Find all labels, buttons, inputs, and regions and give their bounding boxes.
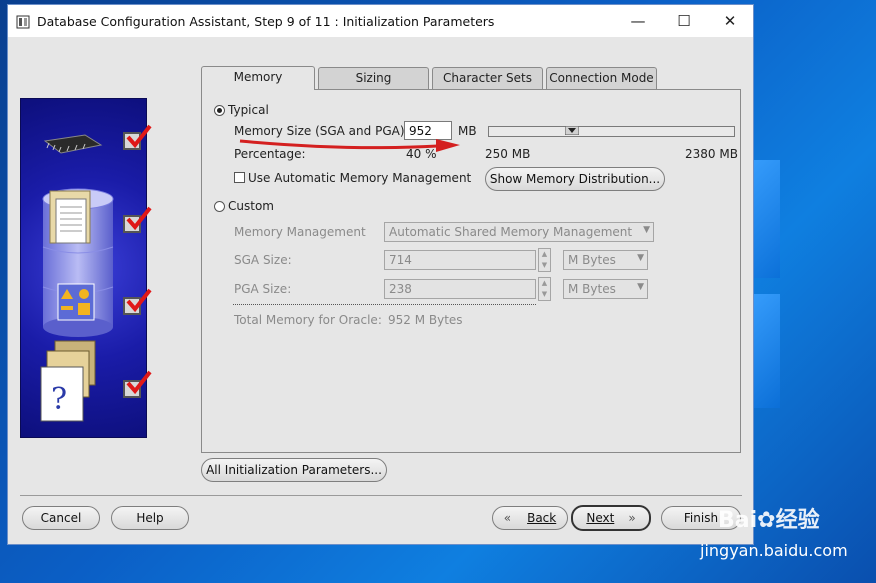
checkmark-icon <box>126 370 152 395</box>
auto-memory-label: Use Automatic Memory Management <box>248 171 472 185</box>
pga-spinner[interactable]: ▲ ▼ <box>538 277 551 301</box>
help-button[interactable]: Help <box>111 506 189 530</box>
chevron-down-icon: ▼ <box>637 253 644 263</box>
shapes-icon <box>57 283 95 321</box>
desktop-logo-pane <box>752 160 780 278</box>
total-memory-value: 952 M Bytes <box>388 313 463 327</box>
question-document-icon: ? <box>40 340 96 422</box>
sga-size-label: SGA Size: <box>234 253 292 267</box>
memory-management-label: Memory Management <box>234 225 366 239</box>
pga-size-input[interactable] <box>384 279 536 299</box>
annotation-arrow-icon <box>239 139 460 152</box>
pga-size-label: PGA Size: <box>234 282 292 296</box>
tab-character-sets[interactable]: Character Sets <box>432 67 543 89</box>
next-button[interactable]: Next » <box>571 505 651 531</box>
memory-slider-track[interactable] <box>488 126 735 137</box>
cancel-label: Cancel <box>40 511 82 525</box>
total-memory-label: Total Memory for Oracle: <box>234 313 382 327</box>
checkmark-icon <box>126 124 152 149</box>
minimize-icon[interactable]: — <box>615 5 661 37</box>
slider-min-label: 250 MB <box>485 147 531 161</box>
pga-unit-value: M Bytes <box>568 282 616 296</box>
chevron-right-icon: » <box>628 511 636 525</box>
database-icon <box>16 15 30 29</box>
custom-label: Custom <box>228 199 274 213</box>
watermark-url: jingyan.baidu.com <box>700 541 848 560</box>
cancel-button[interactable]: Cancel <box>22 506 100 530</box>
watermark-brand-2: 经验 <box>775 508 820 533</box>
footer-divider <box>20 495 742 496</box>
checkmark-icon <box>126 288 152 313</box>
next-label: Next <box>586 511 615 525</box>
typical-label: Typical <box>228 103 269 117</box>
chip-icon <box>43 134 103 154</box>
step-illustration: ? <box>20 98 152 438</box>
custom-radio[interactable] <box>214 201 225 212</box>
tab-sizing[interactable]: Sizing <box>318 67 429 89</box>
paw-icon: ✿ <box>757 508 776 533</box>
separator <box>233 304 536 305</box>
sga-size-input[interactable] <box>384 250 536 270</box>
sga-spinner[interactable]: ▲ ▼ <box>538 248 551 272</box>
typical-radio[interactable] <box>214 105 225 116</box>
slider-thumb-icon[interactable] <box>565 126 579 135</box>
sga-unit-select[interactable]: M Bytes ▼ <box>563 250 648 270</box>
all-init-params-button[interactable]: All Initialization Parameters... <box>201 458 387 482</box>
memory-management-value: Automatic Shared Memory Management <box>389 225 633 239</box>
chevron-down-icon: ▼ <box>637 282 644 292</box>
back-label: Back <box>527 511 557 525</box>
title-bar: Database Configuration Assistant, Step 9… <box>8 5 753 37</box>
dbca-window: Database Configuration Assistant, Step 9… <box>7 4 754 545</box>
sga-unit-value: M Bytes <box>568 253 616 267</box>
pga-unit-select[interactable]: M Bytes ▼ <box>563 279 648 299</box>
watermark-brand: Bai <box>718 508 758 533</box>
tab-memory[interactable]: Memory <box>201 66 315 90</box>
memory-management-select[interactable]: Automatic Shared Memory Management ▼ <box>384 222 654 242</box>
maximize-icon[interactable]: ☐ <box>661 5 707 37</box>
window-title: Database Configuration Assistant, Step 9… <box>37 14 495 29</box>
desktop-logo-pane <box>752 294 780 408</box>
chevron-down-icon: ▼ <box>643 225 650 235</box>
show-memory-distribution-label: Show Memory Distribution... <box>489 172 661 186</box>
close-icon[interactable]: ✕ <box>707 5 753 37</box>
svg-text:?: ? <box>51 382 67 417</box>
auto-memory-checkbox[interactable] <box>234 172 245 183</box>
finish-label: Finish <box>683 511 719 525</box>
help-label: Help <box>136 511 164 525</box>
tab-connection-mode[interactable]: Connection Mode <box>546 67 657 89</box>
chevron-left-icon: « <box>503 511 512 525</box>
show-memory-distribution-button[interactable]: Show Memory Distribution... <box>485 167 665 191</box>
watermark-logo: Bai✿经验 <box>718 502 820 534</box>
slider-max-label: 2380 MB <box>685 147 738 161</box>
all-init-params-label: All Initialization Parameters... <box>206 463 382 477</box>
checkmark-icon <box>126 206 152 231</box>
back-button[interactable]: « Back <box>492 506 568 530</box>
folder-icon <box>49 190 91 244</box>
